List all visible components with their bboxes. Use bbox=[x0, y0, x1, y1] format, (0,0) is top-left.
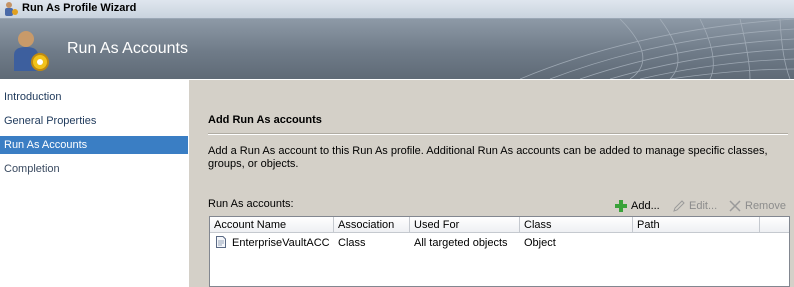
wizard-icon bbox=[5, 2, 18, 16]
cell-path[interactable] bbox=[633, 236, 760, 250]
window-title: Run As Profile Wizard bbox=[22, 2, 137, 14]
nav-item-label: Introduction bbox=[4, 91, 62, 103]
column-header-class[interactable]: Class bbox=[520, 217, 633, 233]
column-header-account-name[interactable]: Account Name bbox=[210, 217, 334, 233]
cell-class[interactable]: Object bbox=[520, 236, 633, 250]
column-header-path[interactable]: Path bbox=[633, 217, 760, 233]
accounts-label: Run As accounts: bbox=[208, 198, 294, 210]
section-divider bbox=[208, 133, 788, 135]
edit-icon bbox=[673, 200, 685, 212]
nav-item-introduction[interactable]: Introduction bbox=[0, 88, 188, 106]
section-title: Add Run As accounts bbox=[208, 114, 322, 126]
add-button[interactable]: Add... bbox=[614, 198, 660, 214]
column-header-association[interactable]: Association bbox=[334, 217, 410, 233]
nav-item-general-properties[interactable]: General Properties bbox=[0, 112, 188, 130]
wizard-navigation: Introduction General Properties Run As A… bbox=[0, 80, 188, 287]
remove-label: Remove bbox=[745, 200, 786, 212]
user-gear-icon bbox=[14, 31, 49, 71]
add-label: Add... bbox=[631, 200, 660, 212]
add-icon bbox=[615, 200, 627, 212]
cell-association[interactable]: Class bbox=[334, 236, 410, 250]
decorative-mesh bbox=[520, 19, 794, 79]
title-bar[interactable]: Run As Profile Wizard bbox=[0, 0, 794, 19]
nav-item-label: Run As Accounts bbox=[4, 139, 88, 151]
document-icon bbox=[216, 236, 226, 248]
remove-icon bbox=[729, 200, 741, 212]
section-description: Add a Run As account to this Run As prof… bbox=[208, 145, 768, 170]
column-header-used-for[interactable]: Used For bbox=[410, 217, 520, 233]
column-header-filler bbox=[760, 217, 789, 233]
nav-item-run-as-accounts[interactable]: Run As Accounts bbox=[0, 136, 188, 154]
accounts-table[interactable]: Account Name Association Used For Class … bbox=[209, 216, 790, 287]
remove-button[interactable]: Remove bbox=[728, 198, 786, 214]
banner-title: Run As Accounts bbox=[67, 40, 188, 57]
cell-account-name[interactable]: EnterpriseVaultACC bbox=[228, 236, 334, 250]
nav-item-completion[interactable]: Completion bbox=[0, 160, 188, 178]
edit-label: Edit... bbox=[689, 200, 718, 212]
header-banner: Run As Accounts bbox=[0, 19, 794, 79]
edit-button[interactable]: Edit... bbox=[672, 198, 717, 214]
nav-item-label: Completion bbox=[4, 163, 60, 175]
nav-item-label: General Properties bbox=[4, 115, 97, 127]
content-panel: Add Run As accounts Add a Run As account… bbox=[189, 80, 794, 287]
cell-used-for[interactable]: All targeted objects bbox=[410, 236, 520, 250]
